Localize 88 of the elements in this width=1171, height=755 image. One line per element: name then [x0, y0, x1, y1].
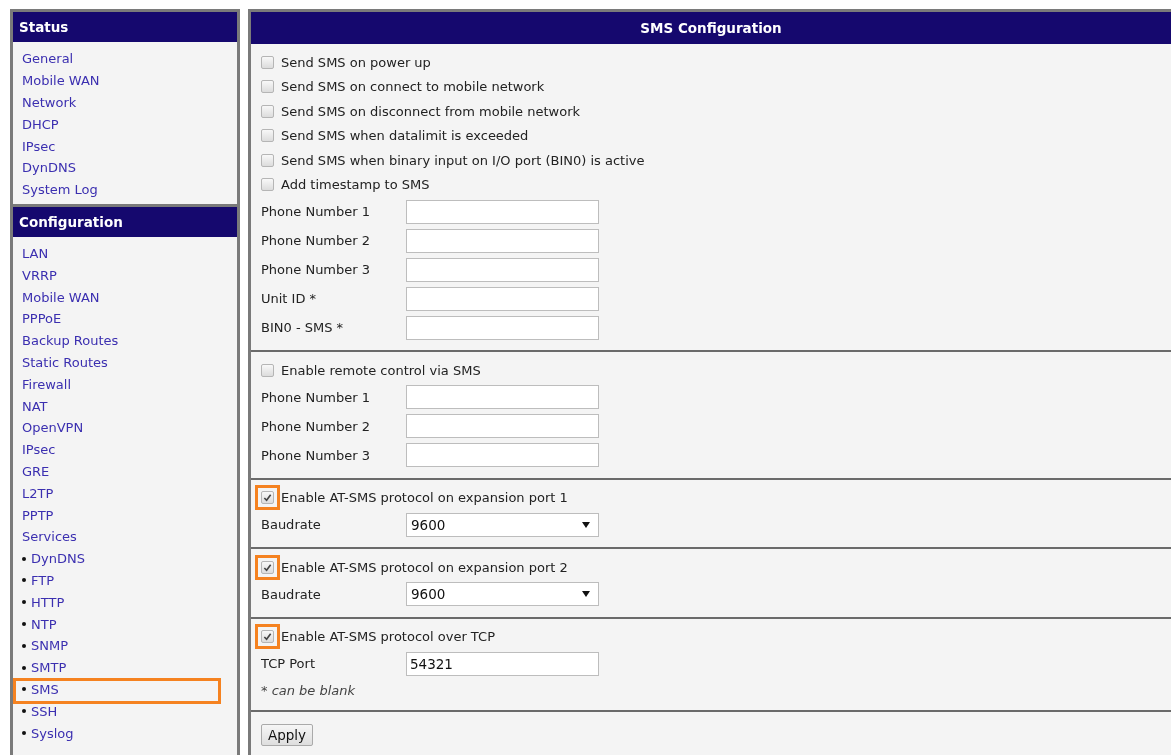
nav-link[interactable]: VRRP [22, 267, 57, 283]
input-field[interactable] [406, 414, 599, 438]
checkbox-label: Send SMS when datalimit is exceeded [281, 128, 529, 144]
input-field[interactable] [406, 385, 599, 409]
checkbox[interactable] [261, 178, 274, 192]
field-label: Baudrate [261, 517, 322, 532]
bullet-icon [22, 709, 26, 714]
field-label: Phone Number 2 [261, 233, 372, 248]
nav-link[interactable]: NAT [22, 398, 48, 414]
checkbox[interactable] [261, 55, 274, 69]
nav-link[interactable]: PPTP [22, 507, 54, 523]
panel-title: SMS Configuration [251, 12, 1171, 44]
checkbox[interactable] [261, 153, 274, 167]
note-text: * can be blank [261, 681, 357, 700]
nav-link[interactable]: Mobile WAN [22, 289, 100, 305]
nav-link[interactable]: DynDNS [22, 160, 76, 176]
nav-link[interactable]: SSH [31, 703, 58, 719]
field-label: Unit ID * [261, 291, 318, 306]
input-field[interactable] [406, 286, 599, 311]
nav-link[interactable]: Firewall [22, 376, 72, 392]
nav-link[interactable]: SMS [31, 681, 59, 697]
caret-icon [582, 590, 590, 598]
input-field[interactable] [406, 228, 599, 253]
dropdown[interactable]: 9600 [406, 512, 599, 537]
field-label: Phone Number 1 [261, 389, 372, 405]
field-label: Baudrate [261, 586, 322, 602]
bullet-icon [22, 643, 26, 648]
bullet-icon [22, 578, 26, 583]
apply-button[interactable]: Apply [261, 724, 314, 746]
input-field[interactable] [406, 315, 599, 340]
bullet-icon [22, 622, 26, 626]
checkbox-label: Send SMS when binary input on I/O port (BIN0) is active [281, 152, 645, 168]
checkbox-label: Enable AT-SMS protocol on expansion port 2 [281, 559, 568, 575]
checkbox[interactable] [261, 491, 274, 505]
checkbox-label: Enable AT-SMS protocol on expansion port 1 [281, 490, 568, 506]
nav-link[interactable]: L2TP [22, 485, 54, 501]
checkbox[interactable] [261, 560, 274, 574]
nav-link[interactable]: IPsec [22, 138, 56, 154]
checkbox-label: Send SMS on connect to mobile network [281, 79, 545, 95]
nav-link[interactable]: SMTP [31, 660, 67, 676]
field-label: Phone Number 2 [261, 418, 372, 434]
nav-link[interactable]: General [22, 51, 74, 67]
nav-link[interactable]: FTP [31, 572, 55, 588]
checkbox[interactable] [261, 80, 274, 94]
field-label: Phone Number 3 [261, 447, 372, 463]
checkbox-label: Enable AT-SMS protocol over TCP [281, 629, 495, 645]
bullet-icon [22, 665, 26, 670]
bullet-icon [22, 687, 26, 692]
field-label: BIN0 - SMS * [261, 320, 345, 335]
nav-link[interactable]: DHCP [22, 116, 59, 132]
section-header: Status [13, 12, 237, 42]
checkbox[interactable] [261, 363, 274, 377]
checkbox-label: Send SMS on disconnect from mobile network [281, 103, 581, 119]
nav-link[interactable]: Static Routes [22, 354, 108, 370]
bullet-icon [22, 556, 26, 561]
field-label: TCP Port [261, 656, 316, 671]
nav-link[interactable]: OpenVPN [22, 420, 84, 436]
nav-link[interactable]: Backup Routes [22, 333, 119, 349]
nav-link[interactable]: Network [22, 95, 77, 110]
field-label: Phone Number 1 [261, 204, 372, 219]
nav-link[interactable]: DynDNS [31, 551, 85, 567]
bullet-icon [22, 731, 26, 735]
input-field[interactable] [406, 199, 599, 224]
nav-link[interactable]: GRE [22, 463, 50, 479]
checkbox[interactable] [261, 104, 274, 118]
input-field[interactable] [406, 257, 599, 282]
input-field[interactable] [406, 443, 599, 467]
checkbox-label: Enable remote control via SMS [281, 362, 481, 378]
checkbox-label: Add timestamp to SMS [281, 177, 430, 193]
nav-link[interactable]: Services [22, 529, 77, 545]
nav-link[interactable]: Mobile WAN [22, 73, 100, 89]
nav-link[interactable]: NTP [31, 616, 57, 632]
nav-link[interactable]: SNMP [31, 638, 69, 654]
checkbox-label: Send SMS on power up [281, 54, 431, 70]
checkbox[interactable] [261, 129, 274, 143]
checkbox[interactable] [261, 630, 274, 644]
caret-icon [582, 520, 590, 529]
nav-link[interactable]: IPsec [22, 442, 56, 458]
field-label: Phone Number 3 [261, 262, 372, 277]
nav-link[interactable]: HTTP [31, 594, 65, 610]
dropdown[interactable]: 9600 [406, 582, 599, 606]
nav-link[interactable]: LAN [22, 245, 49, 261]
bullet-icon [22, 600, 26, 605]
section-header: Configuration [13, 203, 237, 237]
input-field[interactable]: 54321 [406, 651, 599, 676]
nav-link[interactable]: System Log [22, 182, 98, 198]
nav-link[interactable]: Syslog [31, 725, 74, 741]
nav-link[interactable]: PPPoE [22, 311, 62, 327]
